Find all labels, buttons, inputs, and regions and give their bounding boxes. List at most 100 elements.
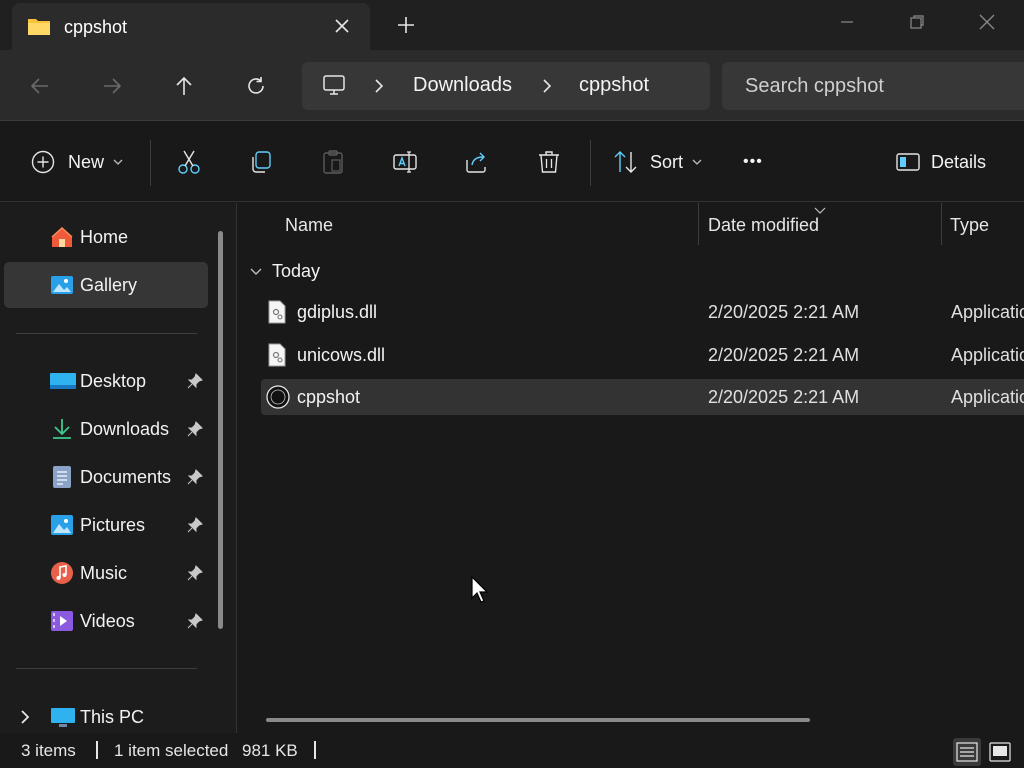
sidebar-item-label: Videos <box>80 611 135 631</box>
column-header-name[interactable]: Name <box>285 215 333 236</box>
tab-label: cppshot <box>64 17 128 37</box>
chevron-right-icon[interactable] <box>372 77 386 100</box>
new-tab-icon[interactable] <box>394 13 418 37</box>
pin-icon[interactable] <box>187 373 203 394</box>
details-pane-button[interactable]: Details <box>895 146 986 178</box>
selection-size: 981 KB <box>242 741 298 760</box>
column-divider[interactable] <box>941 203 942 245</box>
chevron-down-icon <box>692 159 702 165</box>
pin-icon[interactable] <box>187 421 203 442</box>
sidebar-item-gallery[interactable]: Gallery <box>4 262 208 308</box>
sidebar-scrollbar[interactable] <box>218 231 223 629</box>
sidebar-item-label: This PC <box>80 707 145 727</box>
toolbar-divider <box>590 140 591 186</box>
table-row[interactable]: unicows.dll 2/20/2025 2:21 AM Applicatio… <box>261 337 1024 373</box>
pin-icon[interactable] <box>187 565 203 586</box>
navigation-bar: Downloads cppshot <box>0 50 1024 121</box>
videos-icon <box>50 609 74 633</box>
sidebar-item-documents[interactable]: Documents <box>4 454 208 500</box>
status-divider <box>314 741 316 759</box>
file-date: 2/20/2025 2:21 AM <box>708 302 860 322</box>
title-bar: cppshot <box>0 0 1024 50</box>
minimize-button[interactable] <box>812 0 882 44</box>
status-bar: 3 items 1 item selected 981 KB <box>0 733 1024 768</box>
delete-button[interactable] <box>535 146 563 178</box>
table-row[interactable]: gdiplus.dll 2/20/2025 2:21 AM Applicatio… <box>261 294 1024 330</box>
mouse-cursor-icon <box>471 575 491 609</box>
up-button[interactable] <box>166 68 202 104</box>
sidebar-item-label: Music <box>80 563 128 583</box>
breadcrumb-cppshot[interactable]: cppshot <box>579 74 649 97</box>
chevron-right-icon[interactable] <box>18 708 32 731</box>
new-label: New <box>68 151 105 172</box>
sidebar-divider <box>16 333 197 334</box>
cut-button[interactable] <box>175 146 203 178</box>
dll-file-icon <box>267 343 287 372</box>
sidebar-item-pictures[interactable]: Pictures <box>4 502 208 548</box>
sidebar-item-music[interactable]: Music <box>4 550 208 596</box>
restore-button[interactable] <box>882 0 952 44</box>
column-header-type[interactable]: Type <box>950 215 989 236</box>
tab-cppshot[interactable]: cppshot <box>12 3 370 50</box>
sort-button[interactable]: Sort <box>612 146 704 178</box>
search-input[interactable] <box>722 62 1024 110</box>
file-name: gdiplus.dll <box>297 302 378 322</box>
back-button[interactable] <box>22 68 58 104</box>
dll-file-icon <box>267 300 287 329</box>
more-icon: ••• <box>743 153 763 170</box>
sort-label: Sort <box>650 151 684 172</box>
share-button[interactable] <box>463 146 491 178</box>
sidebar-item-desktop[interactable]: Desktop <box>4 358 208 404</box>
forward-button[interactable] <box>94 68 130 104</box>
chevron-right-icon[interactable] <box>540 77 554 100</box>
copy-button[interactable] <box>247 146 275 178</box>
refresh-button[interactable] <box>238 68 274 104</box>
breadcrumb-downloads[interactable]: Downloads <box>413 74 512 97</box>
file-name: cppshot <box>297 387 361 407</box>
thumbnail-view-icon <box>989 742 1011 762</box>
monitor-icon <box>322 73 346 102</box>
list-view-icon <box>956 742 978 762</box>
file-date: 2/20/2025 2:21 AM <box>708 345 860 365</box>
file-type: Application extension <box>951 345 1024 365</box>
toolbar-divider <box>150 140 151 186</box>
column-header-date-modified[interactable]: Date modified <box>708 215 819 236</box>
sidebar-item-label: Pictures <box>80 515 146 535</box>
home-icon <box>50 225 74 249</box>
address-bar[interactable]: Downloads cppshot <box>302 62 710 110</box>
details-view-button[interactable] <box>953 738 981 766</box>
sidebar-item-home[interactable]: Home <box>4 214 208 260</box>
status-divider <box>96 741 98 759</box>
table-row[interactable]: cppshot 2/20/2025 2:21 AM Application <box>261 379 1024 415</box>
close-window-button[interactable] <box>952 0 1022 44</box>
pin-icon[interactable] <box>187 613 203 634</box>
file-type: Application <box>951 387 1024 407</box>
pin-icon[interactable] <box>187 517 203 538</box>
desktop-icon <box>50 369 76 393</box>
plus-circle-icon <box>31 150 55 174</box>
sidebar-item-downloads[interactable]: Downloads <box>4 406 208 452</box>
copy-icon <box>252 151 271 173</box>
search-box[interactable] <box>722 62 1024 110</box>
command-bar: New Sort ••• Details <box>0 122 1024 202</box>
sidebar-item-label: Documents <box>80 467 172 487</box>
rename-button[interactable] <box>391 146 419 178</box>
item-count: 3 items <box>21 741 76 760</box>
trash-icon <box>539 151 559 173</box>
file-name: unicows.dll <box>297 345 386 365</box>
sidebar-item-label: Desktop <box>80 371 147 391</box>
music-icon <box>50 561 74 585</box>
paste-button[interactable] <box>319 146 347 178</box>
large-icons-view-button[interactable] <box>986 738 1014 766</box>
sidebar-item-videos[interactable]: Videos <box>4 598 208 644</box>
pin-icon[interactable] <box>187 469 203 490</box>
details-label: Details <box>931 151 987 172</box>
chevron-down-icon <box>113 159 123 165</box>
new-button[interactable]: New <box>30 146 125 178</box>
close-tab-icon[interactable] <box>331 15 353 37</box>
selection-count: 1 item selected <box>114 741 229 760</box>
more-options-button[interactable]: ••• <box>743 146 763 178</box>
clipboard-icon <box>323 150 343 174</box>
column-divider[interactable] <box>698 203 699 245</box>
horizontal-scrollbar[interactable] <box>266 718 810 722</box>
